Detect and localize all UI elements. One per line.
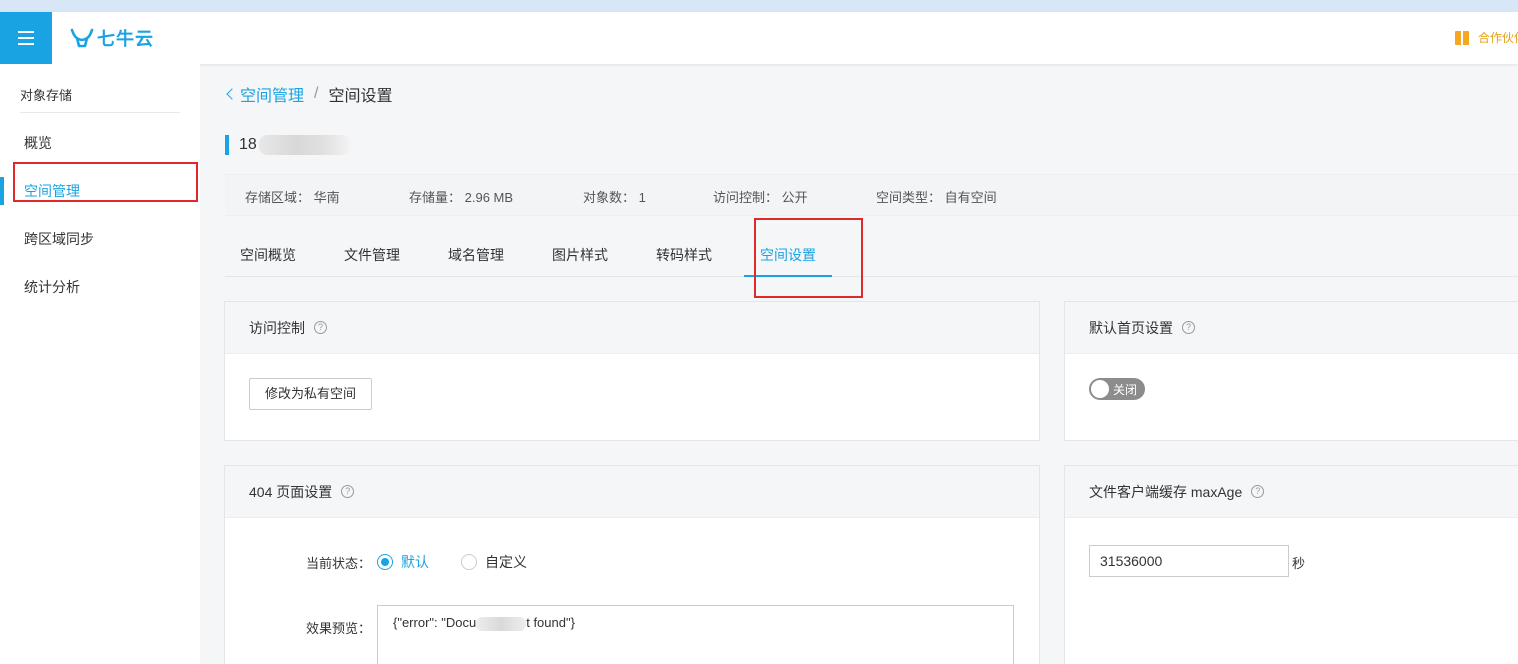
tab-domain-management[interactable]: 域名管理	[433, 235, 519, 277]
logo[interactable]: 七牛云	[70, 25, 154, 51]
radio-custom[interactable]: 自定义	[461, 552, 527, 572]
info-region-value: 华南	[313, 190, 340, 205]
info-region: 存储区域： 华南	[245, 187, 340, 206]
info-type-value: 自有空间	[944, 190, 997, 205]
preview-label: 效果预览：	[306, 621, 372, 636]
partner-link[interactable]: 合作伙伴	[1455, 29, 1518, 46]
top-strip	[0, 0, 1518, 12]
default-homepage-card: 默认首页设置 ? 关闭	[1064, 301, 1518, 441]
sidebar-item-statistics[interactable]: 统计分析	[0, 267, 200, 307]
tab-image-styles[interactable]: 图片样式	[537, 235, 623, 277]
tab-bucket-settings[interactable]: 空间设置	[744, 235, 832, 277]
help-icon[interactable]: ?	[341, 485, 355, 498]
bucket-name-marker	[225, 135, 229, 155]
sidebar-section-title: 对象存储	[20, 88, 73, 103]
top-header: 七牛云 合作伙伴	[0, 12, 1518, 64]
gift-icon	[1455, 30, 1469, 45]
info-type-label: 空间类型：	[876, 190, 942, 205]
breadcrumb-back-link[interactable]: 空间管理	[225, 82, 304, 106]
maxage-unit: 秒	[1292, 556, 1306, 571]
hamburger-icon	[18, 31, 34, 45]
bucket-tabs: 空间概览 文件管理 域名管理 图片样式 转码样式 空间设置	[225, 235, 1518, 277]
bucket-name-text: 18	[239, 136, 257, 153]
sidebar-divider	[20, 112, 180, 113]
sidebar: 对象存储 概览 空间管理 跨区域同步 统计分析	[0, 64, 200, 664]
toggle-knob	[1091, 380, 1109, 398]
sidebar-item-cross-region-sync[interactable]: 跨区域同步	[0, 219, 200, 259]
info-storage-value: 2.96 MB	[464, 190, 514, 205]
status-label: 当前状态：	[306, 556, 372, 571]
sidebar-item-overview[interactable]: 概览	[0, 123, 200, 163]
page-404-title: 404 页面设置	[249, 483, 333, 500]
info-type: 空间类型： 自有空间	[876, 187, 997, 206]
partner-label: 合作伙伴	[1478, 31, 1518, 45]
default-homepage-title: 默认首页设置	[1089, 319, 1173, 336]
breadcrumb-separator: /	[314, 85, 319, 102]
info-storage-label: 存储量：	[409, 190, 462, 205]
radio-circle-icon	[377, 554, 393, 570]
info-objects: 对象数： 1	[583, 187, 646, 206]
toggle-label: 关闭	[1113, 383, 1138, 397]
access-control-header: 访问控制 ?	[225, 302, 1039, 354]
info-access-label: 访问控制：	[713, 190, 779, 205]
tab-file-management[interactable]: 文件管理	[329, 235, 415, 277]
preview-text-end: t found"}	[526, 615, 575, 630]
make-private-button[interactable]: 修改为私有空间	[249, 378, 373, 410]
redacted-blur	[476, 616, 527, 631]
tab-transcode-styles[interactable]: 转码样式	[641, 235, 727, 277]
breadcrumb: 空间管理 / 空间设置	[225, 82, 392, 106]
radio-custom-label: 自定义	[485, 554, 527, 570]
maxage-input[interactable]: 31536000	[1089, 545, 1289, 577]
default-homepage-toggle[interactable]: 关闭	[1089, 378, 1145, 400]
help-icon[interactable]: ?	[1182, 321, 1195, 334]
menu-button[interactable]	[0, 12, 52, 64]
sidebar-item-bucket-management[interactable]: 空间管理	[0, 171, 200, 211]
info-access: 访问控制： 公开	[713, 187, 808, 206]
cache-maxage-title: 文件客户端缓存 maxAge	[1089, 483, 1243, 500]
breadcrumb-parent: 空间管理	[240, 88, 305, 105]
access-control-card: 访问控制 ? 修改为私有空间	[224, 301, 1040, 441]
redacted-blur	[258, 135, 351, 155]
default-homepage-header: 默认首页设置 ?	[1065, 302, 1518, 354]
breadcrumb-current: 空间设置	[328, 88, 393, 105]
info-storage: 存储量： 2.96 MB	[409, 187, 513, 206]
cache-maxage-header: 文件客户端缓存 maxAge ?	[1065, 466, 1518, 518]
radio-default[interactable]: 默认	[377, 552, 429, 572]
info-region-label: 存储区域：	[245, 190, 311, 205]
info-objects-value: 1	[638, 190, 646, 205]
bull-logo-icon	[70, 28, 94, 48]
help-icon[interactable]: ?	[1251, 485, 1265, 498]
help-icon[interactable]: ?	[314, 321, 327, 334]
logo-text: 七牛云	[97, 29, 154, 49]
radio-circle-icon	[461, 554, 477, 570]
page-404-header: 404 页面设置 ?	[225, 466, 1039, 518]
preview-text-start: {"error": "Docu	[393, 615, 477, 630]
access-control-title: 访问控制	[249, 319, 305, 336]
tab-bucket-overview[interactable]: 空间概览	[225, 235, 311, 277]
info-access-value: 公开	[781, 190, 808, 205]
info-objects-label: 对象数：	[583, 190, 636, 205]
bucket-name: 18	[225, 135, 351, 155]
radio-default-label: 默认	[401, 554, 429, 570]
bucket-info-bar: 存储区域： 华南 存储量： 2.96 MB 对象数： 1 访问控制： 公开 空间…	[225, 174, 1518, 216]
preview-box: {"error": "Docu t found"}	[377, 605, 1014, 664]
chevron-left-icon	[226, 88, 238, 100]
